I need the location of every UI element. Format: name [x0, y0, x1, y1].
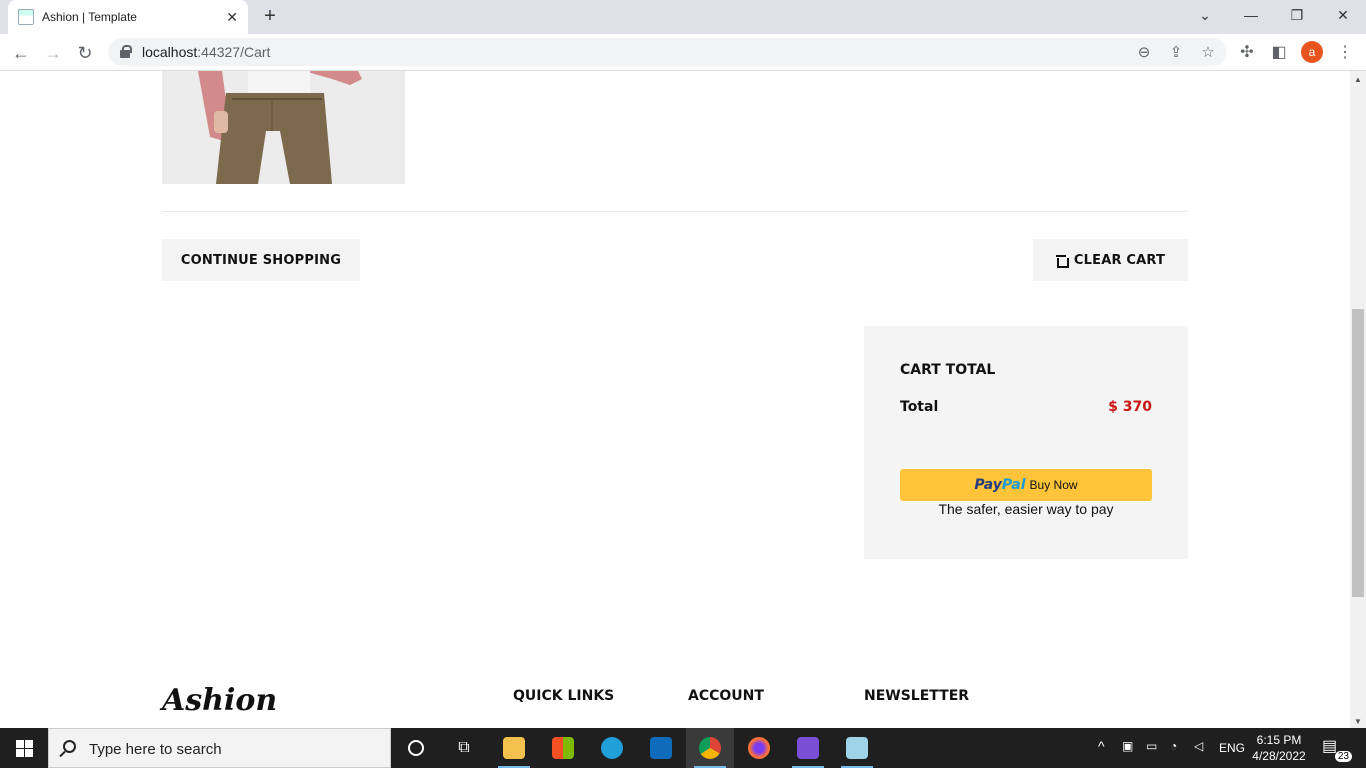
notepad-icon[interactable]: [833, 728, 881, 768]
browser-tab-strip: Ashion | Template ✕ + ⌄ — ❐ ✕: [0, 0, 1366, 34]
forward-arrow-icon[interactable]: →: [40, 40, 66, 66]
paypal-buy-now-button[interactable]: PayPal Buy Now: [900, 469, 1152, 501]
zoom-icon[interactable]: ⊖: [1134, 43, 1154, 61]
reload-icon[interactable]: ↻: [72, 40, 98, 66]
share-icon[interactable]: ⇪: [1166, 43, 1186, 61]
mail-icon[interactable]: [637, 728, 685, 768]
wifi-icon[interactable]: ◔: [1170, 739, 1177, 753]
scrollbar-thumb[interactable]: [1352, 309, 1364, 597]
taskbar-clock[interactable]: 6:15 PM 4/28/2022: [1246, 732, 1312, 764]
clear-cart-label: CLEAR CART: [1073, 252, 1166, 268]
url-text[interactable]: localhost:44327/Cart: [142, 44, 270, 60]
page-favicon-icon: [18, 9, 34, 25]
notification-count-badge: 23: [1334, 751, 1352, 762]
scroll-up-arrow-icon[interactable]: ▲: [1354, 75, 1362, 84]
microsoft-store-icon[interactable]: [539, 728, 587, 768]
edge-browser-icon[interactable]: [588, 728, 636, 768]
footer-heading-quick-links: QUICK LINKS: [513, 688, 615, 704]
windows-start-icon[interactable]: [0, 728, 48, 768]
task-view-icon[interactable]: ⧉: [440, 728, 488, 768]
paypal-tagline: The safer, easier way to pay: [938, 501, 1114, 517]
cortana-icon[interactable]: [392, 728, 440, 768]
taskbar-search-box[interactable]: Type here to search: [48, 728, 391, 768]
cart-total-panel: CART TOTAL Total $ 370 PayPal Buy Now Th…: [864, 326, 1188, 559]
paypal-logo-icon: PayPal: [974, 477, 1026, 493]
firefox-icon[interactable]: [735, 728, 783, 768]
bookmark-star-icon[interactable]: ☆: [1198, 43, 1218, 61]
scroll-down-arrow-icon[interactable]: ▼: [1354, 717, 1362, 726]
tray-device-icon[interactable]: ▣: [1122, 739, 1133, 753]
tray-chevron-up-icon[interactable]: ^: [1098, 738, 1105, 754]
new-tab-button[interactable]: +: [258, 6, 282, 28]
chrome-menu-icon[interactable]: ⋮: [1334, 42, 1356, 62]
tab-title: Ashion | Template: [42, 10, 137, 24]
notification-center-icon[interactable]: ▤ 23: [1322, 736, 1352, 762]
file-explorer-icon[interactable]: [490, 728, 538, 768]
browser-tab[interactable]: Ashion | Template ✕: [8, 0, 248, 34]
total-value: $ 370: [1108, 399, 1152, 415]
side-panel-icon[interactable]: ◧: [1268, 42, 1290, 62]
continue-shopping-button[interactable]: CONTINUE SHOPPING: [162, 239, 360, 281]
footer-heading-newsletter: NEWSLETTER: [864, 688, 970, 704]
clock-date: 4/28/2022: [1252, 749, 1306, 763]
battery-icon[interactable]: ▭: [1146, 739, 1157, 753]
tab-search-chevron-icon[interactable]: ⌄: [1182, 0, 1228, 30]
back-arrow-icon[interactable]: ←: [8, 40, 34, 66]
restore-window-icon[interactable]: ❐: [1274, 0, 1320, 30]
clear-cart-button[interactable]: CLEAR CART: [1033, 239, 1188, 281]
page-content: CONTINUE SHOPPING CLEAR CART CART TOTAL …: [0, 71, 1350, 728]
trash-icon: [1055, 254, 1069, 268]
close-window-icon[interactable]: ✕: [1320, 0, 1366, 30]
chrome-taskbar-icon[interactable]: [686, 728, 734, 768]
close-tab-icon[interactable]: ✕: [226, 9, 238, 26]
volume-icon[interactable]: ◁: [1194, 739, 1203, 753]
browser-toolbar: ← → ↻ localhost:44327/Cart ⊖ ⇪ ☆ ✣ ◧ a ⋮: [0, 34, 1366, 71]
windows-taskbar: Type here to search ⧉ ^ ▣ ▭ ◔ ◁ ENG 6:15…: [0, 728, 1366, 768]
minimize-window-icon[interactable]: —: [1228, 0, 1274, 30]
total-label: Total: [900, 399, 939, 415]
paypal-buy-now-label: Buy Now: [1029, 478, 1078, 492]
cart-total-title: CART TOTAL: [900, 362, 996, 378]
extensions-puzzle-icon[interactable]: ✣: [1236, 42, 1258, 62]
product-image: [162, 71, 405, 184]
page-scrollbar[interactable]: ▲ ▼: [1350, 71, 1366, 728]
footer-heading-account: ACCOUNT: [688, 688, 764, 704]
lock-icon[interactable]: [120, 45, 132, 58]
language-indicator[interactable]: ENG: [1219, 741, 1245, 755]
cart-divider: [162, 211, 1188, 212]
taskbar-search-placeholder: Type here to search: [89, 741, 222, 758]
profile-avatar[interactable]: a: [1301, 41, 1323, 63]
footer-logo[interactable]: Ashion: [162, 683, 277, 718]
clock-time: 6:15 PM: [1256, 733, 1302, 747]
search-icon: [63, 740, 76, 753]
address-bar[interactable]: localhost:44327/Cart ⊖ ⇪ ☆: [108, 38, 1226, 66]
visual-studio-icon[interactable]: [784, 728, 832, 768]
